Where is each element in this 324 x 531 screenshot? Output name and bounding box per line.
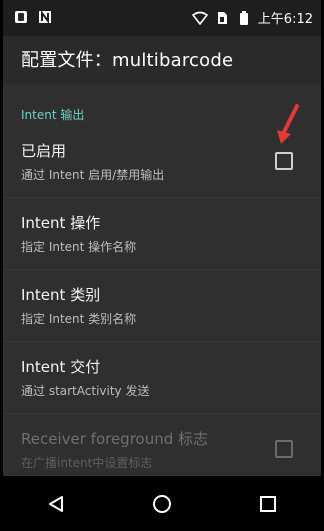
home-icon [153,494,171,513]
pref-title: Intent 操作 [21,214,101,232]
section-header: Intent 输出 [21,108,85,122]
pref-title: Intent 交付 [21,358,101,376]
recents-button[interactable] [248,484,288,524]
pref-summary: 通过 startActivity 发送 [21,384,150,398]
screen: 上午6:12 配置文件：multibarcode Intent 输出 已启用 通… [3,0,321,531]
pref-summary: 指定 Intent 操作名称 [21,240,137,254]
pref-intent-category[interactable]: Intent 类别 指定 Intent 类别名称 [3,270,321,342]
pref-title: Receiver foreground 标志 [21,430,209,448]
status-bar: 上午6:12 [3,0,321,36]
app-bar: 配置文件：multibarcode [3,36,321,84]
back-icon [49,495,63,512]
pref-summary: 在广播intent中设置标志 [21,456,153,470]
pref-title: 已启用 [21,142,67,160]
home-button[interactable] [142,484,182,524]
status-bar-right: 上午6:12 [191,8,313,27]
pref-summary: 通过 Intent 启用/禁用输出 [21,168,165,182]
back-button[interactable] [36,484,76,524]
status-bar-left [13,9,53,25]
navigation-bar [3,476,321,531]
page-title: 配置文件：multibarcode [21,50,234,71]
annotation-arrow-icon [277,104,299,144]
pref-intent-delivery[interactable]: Intent 交付 通过 startActivity 发送 [3,342,321,414]
wifi-icon [191,10,208,26]
app-icon [13,9,29,25]
device-frame: 上午6:12 配置文件：multibarcode Intent 输出 已启用 通… [0,0,324,531]
receiver-foreground-checkbox [275,440,293,458]
pref-title: Intent 类别 [21,286,101,304]
pref-intent-action[interactable]: Intent 操作 指定 Intent 操作名称 [3,198,321,270]
enabled-checkbox[interactable] [275,152,293,170]
sim-icon [214,10,230,26]
battery-icon [236,10,252,26]
pref-summary: 指定 Intent 类别名称 [21,312,137,326]
status-time: 上午6:12 [257,12,313,27]
recents-icon [260,495,276,512]
n-icon [37,9,53,25]
